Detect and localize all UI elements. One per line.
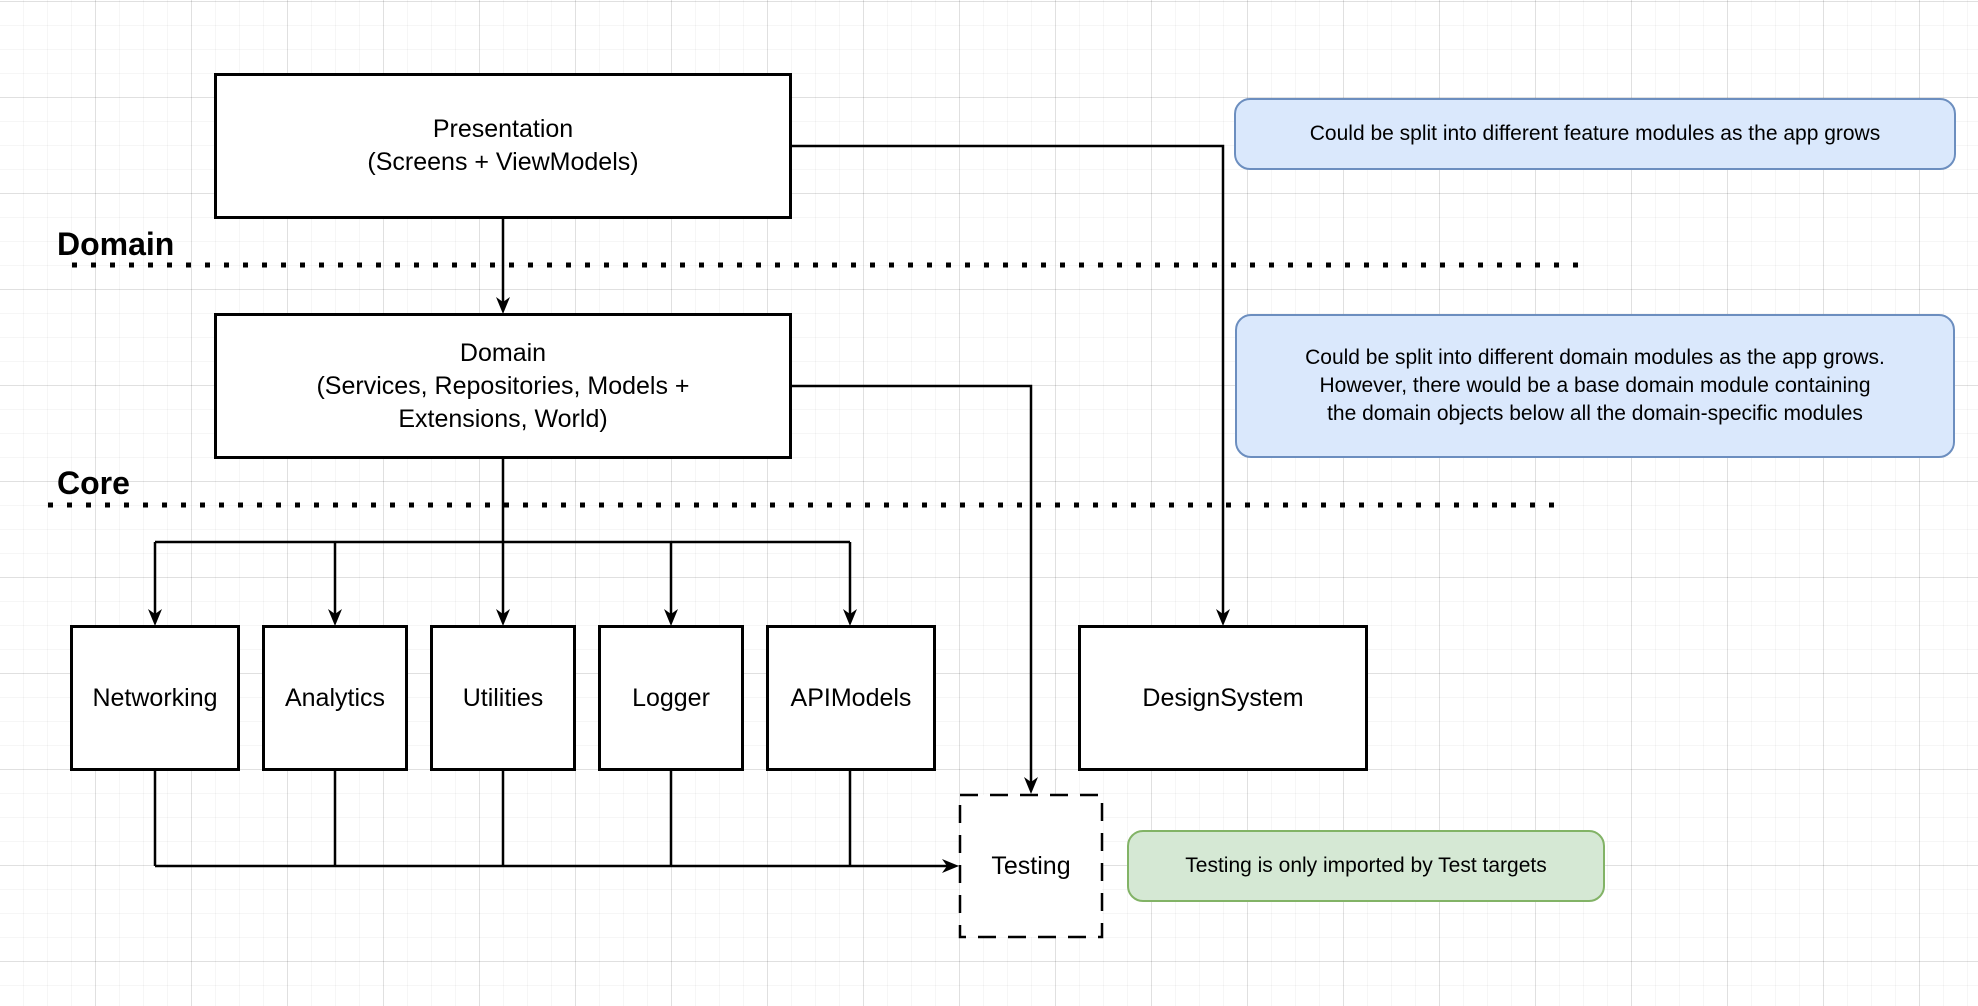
node-logger[interactable]: Logger <box>598 625 744 771</box>
layer-label-domain: Domain <box>57 226 175 262</box>
node-presentation-label: Presentation (Screens + ViewModels) <box>367 115 639 176</box>
edge-core-testing-bus <box>153 770 951 868</box>
node-apimodels-label: APIModels <box>790 683 912 712</box>
node-utilities-label: Utilities <box>462 683 544 712</box>
node-testing-label: Testing <box>991 851 1071 880</box>
node-networking-label: Networking <box>92 683 218 712</box>
node-networking[interactable]: Networking <box>70 625 240 771</box>
note-domain[interactable]: Could be split into different domain mod… <box>1235 314 1955 458</box>
node-analytics[interactable]: Analytics <box>262 625 408 771</box>
note-testing[interactable]: Testing is only imported by Test targets <box>1127 830 1605 902</box>
note-presentation-text: Could be split into different feature mo… <box>1309 122 1881 145</box>
node-utilities[interactable]: Utilities <box>430 625 576 771</box>
note-domain-text: Could be split into different domain mod… <box>1305 346 1885 425</box>
node-presentation[interactable]: Presentation (Screens + ViewModels) <box>214 73 792 219</box>
note-testing-text: Testing is only imported by Test targets <box>1185 854 1547 877</box>
node-designsystem-label: DesignSystem <box>1142 683 1304 712</box>
node-analytics-label: Analytics <box>284 683 386 712</box>
note-presentation[interactable]: Could be split into different feature mo… <box>1234 98 1956 170</box>
node-domain-label: Domain (Services, Repositories, Models +… <box>316 338 690 433</box>
edge-domain-core-bus <box>153 458 852 618</box>
layer-label-core: Core <box>57 465 130 501</box>
node-logger-label: Logger <box>632 683 710 712</box>
node-testing[interactable]: Testing <box>959 794 1103 938</box>
node-apimodels[interactable]: APIModels <box>766 625 936 771</box>
edge-presentation-designsystem <box>791 144 1225 618</box>
node-domain[interactable]: Domain (Services, Repositories, Models +… <box>214 313 792 459</box>
node-designsystem[interactable]: DesignSystem <box>1078 625 1368 771</box>
